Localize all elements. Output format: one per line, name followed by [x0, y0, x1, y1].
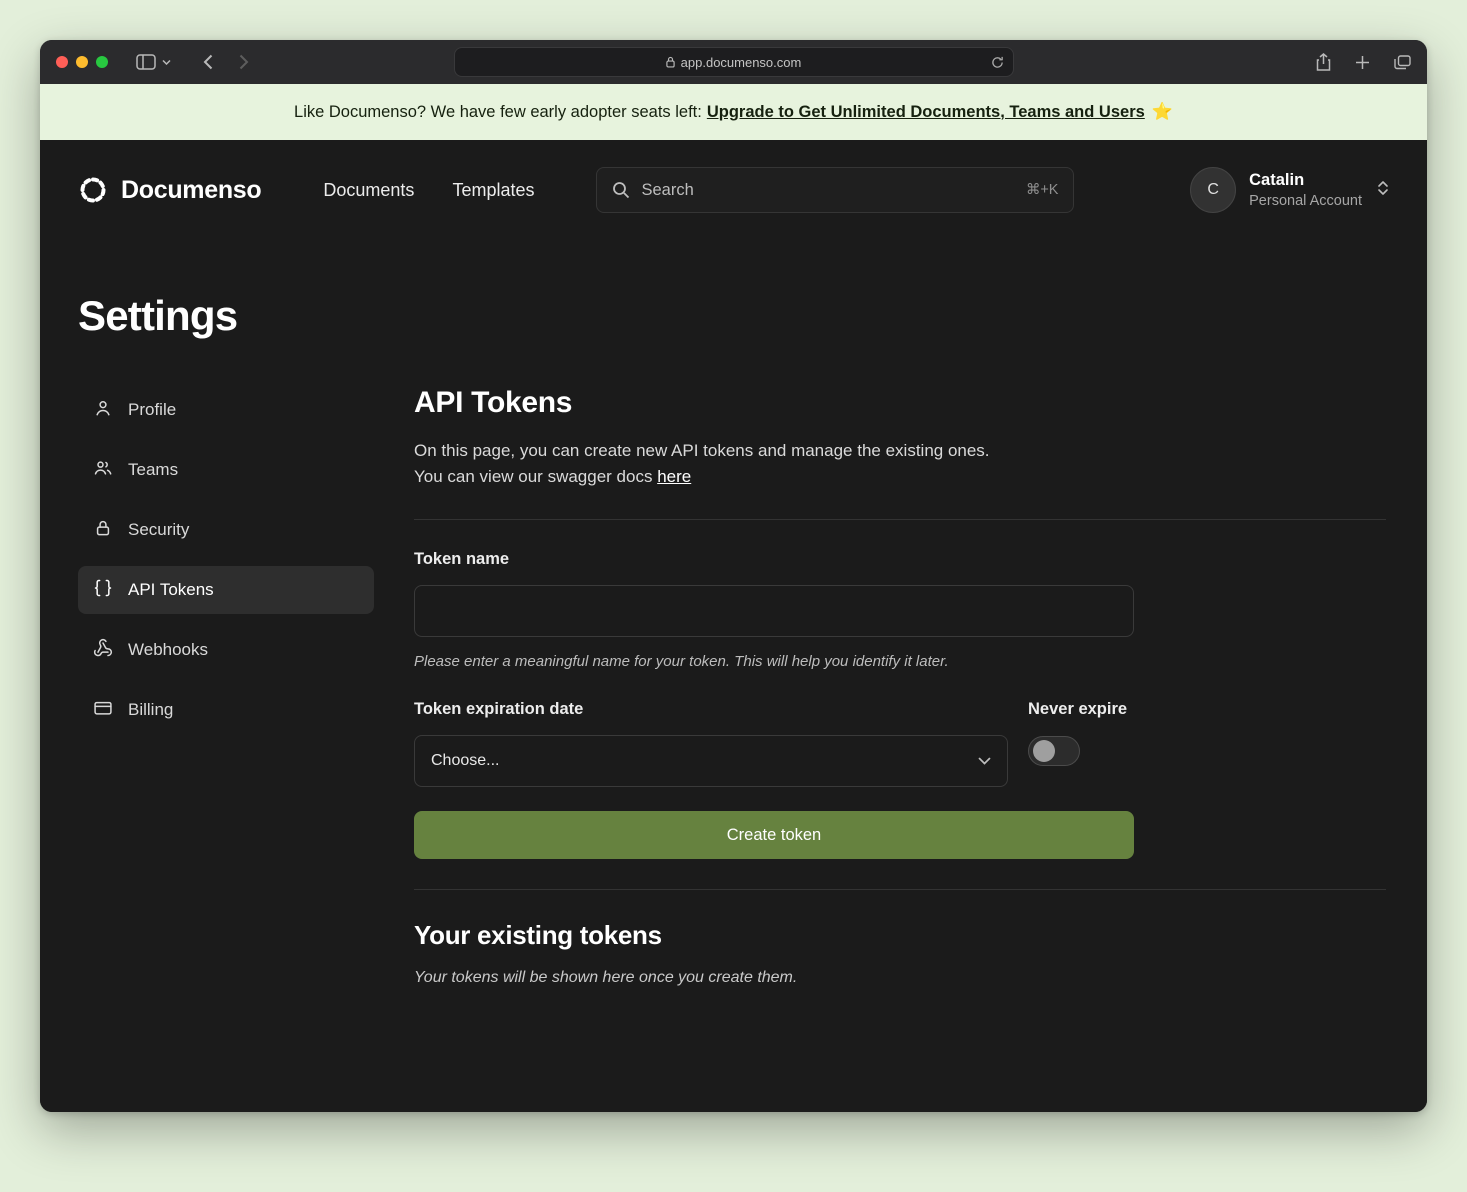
sidebar-item-webhooks[interactable]: Webhooks: [78, 626, 374, 674]
lock-icon: [93, 518, 113, 543]
star-emoji: ⭐: [1152, 102, 1173, 122]
promo-banner: Like Documenso? We have few early adopte…: [40, 84, 1427, 140]
avatar: C: [1190, 167, 1236, 213]
token-name-hint: Please enter a meaningful name for your …: [414, 653, 1386, 670]
section-title: API Tokens: [414, 386, 1386, 420]
brand[interactable]: Documenso: [78, 175, 261, 205]
divider: [414, 889, 1386, 890]
sidebar-item-label: API Tokens: [128, 580, 214, 600]
user-menu[interactable]: C Catalin Personal Account: [1190, 167, 1389, 213]
search-icon: [612, 181, 630, 199]
section-description-line2: You can view our swagger docs here: [414, 464, 1386, 490]
url-text: app.documenso.com: [681, 55, 802, 70]
lock-icon: [666, 56, 675, 68]
swagger-docs-link[interactable]: here: [657, 467, 691, 486]
sidebar-item-api-tokens[interactable]: API Tokens: [78, 566, 374, 614]
forward-button[interactable]: [239, 54, 249, 70]
webhook-icon: [93, 638, 113, 663]
existing-tokens-title: Your existing tokens: [414, 920, 1386, 951]
search-shortcut: ⌘+K: [1026, 182, 1059, 198]
sidebar-item-profile[interactable]: Profile: [78, 386, 374, 434]
credit-card-icon: [93, 698, 113, 723]
expiration-selected-value: Choose...: [431, 752, 499, 770]
sidebar-item-label: Billing: [128, 700, 173, 720]
sidebar-item-security[interactable]: Security: [78, 506, 374, 554]
top-nav: Documents Templates: [323, 180, 534, 201]
sidebar-toggle-icon[interactable]: [136, 54, 156, 70]
create-token-button[interactable]: Create token: [414, 811, 1134, 859]
users-icon: [93, 458, 113, 483]
zoom-window-button[interactable]: [96, 56, 108, 68]
expiration-select[interactable]: Choose...: [414, 735, 1008, 787]
browser-titlebar: app.documenso.com: [40, 40, 1427, 84]
tab-overview-icon[interactable]: [1394, 55, 1411, 70]
reload-icon[interactable]: [991, 56, 1004, 69]
user-icon: [93, 398, 113, 423]
toggle-knob: [1033, 740, 1055, 762]
user-name: Catalin: [1249, 171, 1362, 190]
nav-templates[interactable]: Templates: [452, 180, 534, 201]
avatar-initial: C: [1207, 181, 1219, 199]
traffic-lights: [56, 56, 108, 68]
braces-icon: [93, 578, 113, 603]
back-button[interactable]: [203, 54, 213, 70]
documenso-logo-icon: [78, 175, 108, 205]
token-name-label: Token name: [414, 550, 1386, 569]
user-account-type: Personal Account: [1249, 193, 1362, 209]
sidebar-item-billing[interactable]: Billing: [78, 686, 374, 734]
sidebar-item-label: Security: [128, 520, 189, 540]
search-input[interactable]: Search ⌘+K: [596, 167, 1074, 213]
user-meta: Catalin Personal Account: [1249, 171, 1362, 209]
browser-window: app.documenso.com: [40, 40, 1427, 1112]
app-page: Documenso Documents Templates Search ⌘+K…: [40, 140, 1427, 1112]
sidebar-item-label: Webhooks: [128, 640, 208, 660]
sidebar-item-teams[interactable]: Teams: [78, 446, 374, 494]
app-header: Documenso Documents Templates Search ⌘+K…: [40, 140, 1427, 240]
chevrons-up-down-icon: [1377, 179, 1389, 202]
close-window-button[interactable]: [56, 56, 68, 68]
settings-sidebar: Profile Teams: [78, 386, 374, 746]
upgrade-link[interactable]: Upgrade to Get Unlimited Documents, Team…: [707, 103, 1145, 122]
divider: [414, 519, 1386, 520]
search-placeholder: Search: [641, 181, 693, 200]
brand-name: Documenso: [121, 176, 261, 205]
share-icon[interactable]: [1316, 53, 1331, 71]
never-expire-label: Never expire: [1028, 700, 1134, 719]
token-name-input[interactable]: [414, 585, 1134, 637]
chevron-down-icon: [978, 752, 991, 770]
expiration-label: Token expiration date: [414, 700, 1008, 719]
sidebar-item-label: Profile: [128, 400, 176, 420]
sidebar-chevron-down-icon[interactable]: [162, 59, 171, 65]
address-bar[interactable]: app.documenso.com: [454, 47, 1014, 77]
minimize-window-button[interactable]: [76, 56, 88, 68]
description-prefix: You can view our swagger docs: [414, 467, 657, 486]
existing-tokens-empty-text: Your tokens will be shown here once you …: [414, 969, 1386, 987]
new-tab-icon[interactable]: [1355, 55, 1370, 70]
section-description-line1: On this page, you can create new API tok…: [414, 438, 1386, 464]
api-tokens-panel: API Tokens On this page, you can create …: [414, 386, 1386, 987]
never-expire-toggle[interactable]: [1028, 736, 1080, 766]
nav-documents[interactable]: Documents: [323, 180, 414, 201]
sidebar-item-label: Teams: [128, 460, 178, 480]
banner-text: Like Documenso? We have few early adopte…: [294, 103, 702, 122]
page-title: Settings: [78, 292, 1389, 340]
